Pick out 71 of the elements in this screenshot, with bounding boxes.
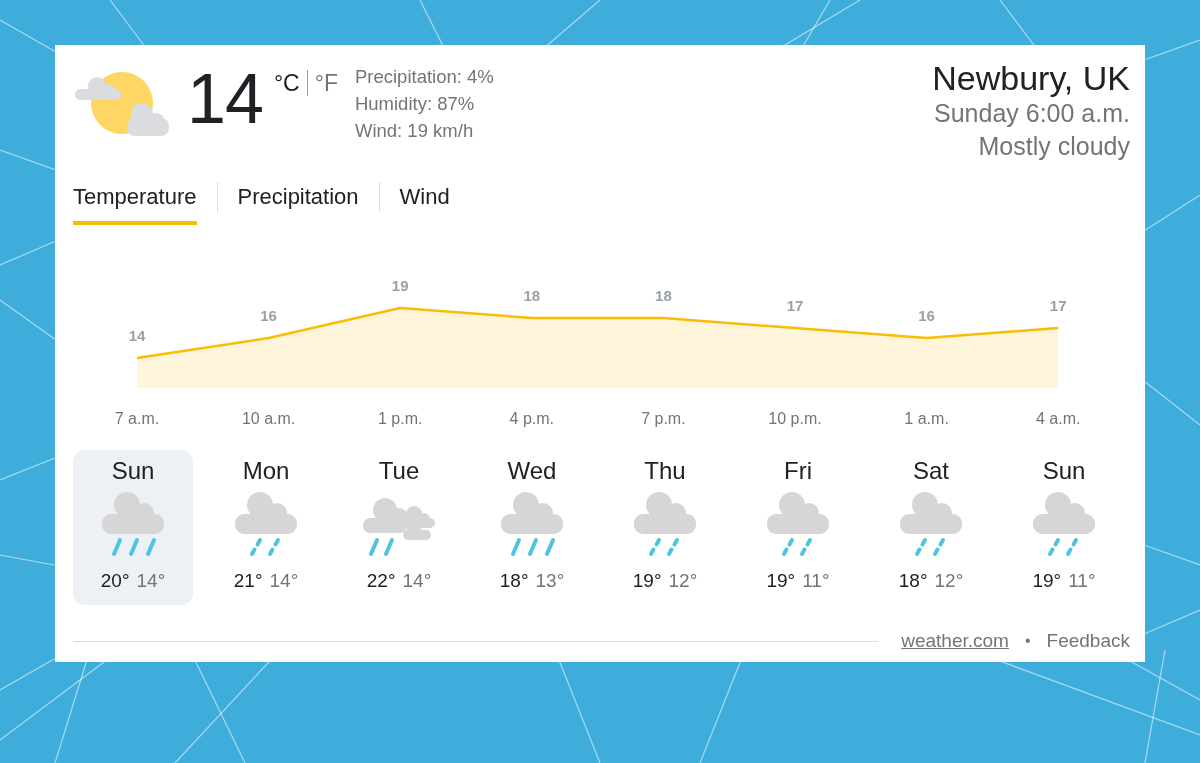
sun-cloud-icon [75, 70, 169, 136]
day-forecast[interactable]: Mon 21° 14° [206, 450, 326, 605]
day-forecast[interactable]: Tue 22° 14° [339, 450, 459, 605]
date-time: Sunday 6:00 a.m. [934, 98, 1130, 129]
day-name: Mon [242, 457, 290, 485]
temperature-label: 18 [523, 287, 541, 304]
cloud-light-rain-icon [233, 491, 299, 557]
low-temperature: 14° [136, 570, 166, 592]
chart-tab[interactable]: Precipitation [237, 177, 359, 225]
current-temperature: 14 [187, 59, 263, 139]
cloud-light-rain-icon [1031, 491, 1097, 557]
low-temperature: 12° [668, 570, 698, 592]
location-name: Newbury, UK [932, 59, 1130, 97]
day-name: Sun [111, 457, 155, 485]
cloud-heavy-rain-icon [100, 491, 166, 557]
day-forecast[interactable]: Sat 18° 12° [871, 450, 991, 605]
low-temperature: 13° [535, 570, 565, 592]
source-link[interactable]: weather.com [901, 629, 1009, 653]
time-label: 7 p.m. [641, 410, 686, 427]
time-label: 7 a.m. [114, 410, 160, 427]
day-forecast[interactable]: Fri 19° 11° [738, 450, 858, 605]
day-forecast[interactable]: Sun 19° 11° [1004, 450, 1124, 605]
temperature-label: 19 [391, 277, 409, 294]
high-temperature: 22° [366, 570, 396, 592]
day-name: Tue [378, 457, 420, 485]
time-label: 4 p.m. [509, 410, 555, 427]
temperature-label: 16 [918, 307, 935, 324]
high-temperature: 19° [1032, 570, 1062, 592]
day-name: Sat [913, 457, 949, 485]
chart-tab[interactable]: Temperature [73, 177, 197, 225]
day-forecast[interactable]: Sun 20° 14° [73, 450, 193, 605]
low-temperature: 14° [402, 570, 432, 592]
low-temperature: 12° [934, 570, 964, 592]
weather-detail: Wind: 19 km/h [354, 119, 475, 143]
day-name: Thu [644, 457, 686, 485]
low-temperature: 14° [269, 570, 299, 592]
weather-detail: Precipitation: 4% [354, 65, 494, 89]
condition-text: Mostly cloudy [978, 131, 1130, 162]
time-label: 10 a.m. [241, 410, 296, 427]
high-temperature: 19° [766, 570, 796, 592]
time-label: 1 p.m. [377, 410, 423, 427]
cloud-light-rain-icon [898, 491, 964, 557]
cloud-light-rain-icon [765, 491, 831, 557]
weather-detail: Humidity: 87% [354, 92, 476, 116]
unit-toggle[interactable]: °C [270, 69, 303, 97]
day-forecast[interactable]: Thu 19° 12° [605, 450, 725, 605]
high-temperature: 21° [233, 570, 263, 592]
day-name: Wed [507, 457, 557, 485]
time-label: 1 a.m. [904, 410, 949, 427]
separator-dot: • [1024, 632, 1031, 650]
low-temperature: 11° [1068, 570, 1096, 592]
low-temperature: 11° [802, 570, 830, 592]
high-temperature: 19° [632, 570, 662, 592]
day-name: Fri [784, 457, 812, 485]
high-temperature: 18° [499, 570, 529, 592]
temperature-label: 17 [786, 297, 804, 314]
time-label: 10 p.m. [768, 410, 822, 427]
high-temperature: 18° [898, 570, 928, 592]
temperature-label: 14 [128, 327, 146, 344]
high-temperature: 20° [100, 570, 130, 592]
day-name: Sun [1042, 457, 1086, 485]
day-forecast[interactable]: Wed 18° 13° [472, 450, 592, 605]
temperature-label: 17 [1049, 297, 1067, 314]
time-label: 4 a.m. [1035, 410, 1081, 427]
cloud-light-rain-icon [632, 491, 698, 557]
temperature-label: 18 [655, 287, 672, 304]
temperature-label: 16 [260, 307, 277, 324]
unit-toggle[interactable]: °F [311, 69, 341, 97]
feedback-link[interactable]: Feedback [1046, 629, 1130, 653]
cloud-heavy-rain-icon [499, 491, 565, 557]
chart-tab[interactable]: Wind [399, 177, 450, 225]
